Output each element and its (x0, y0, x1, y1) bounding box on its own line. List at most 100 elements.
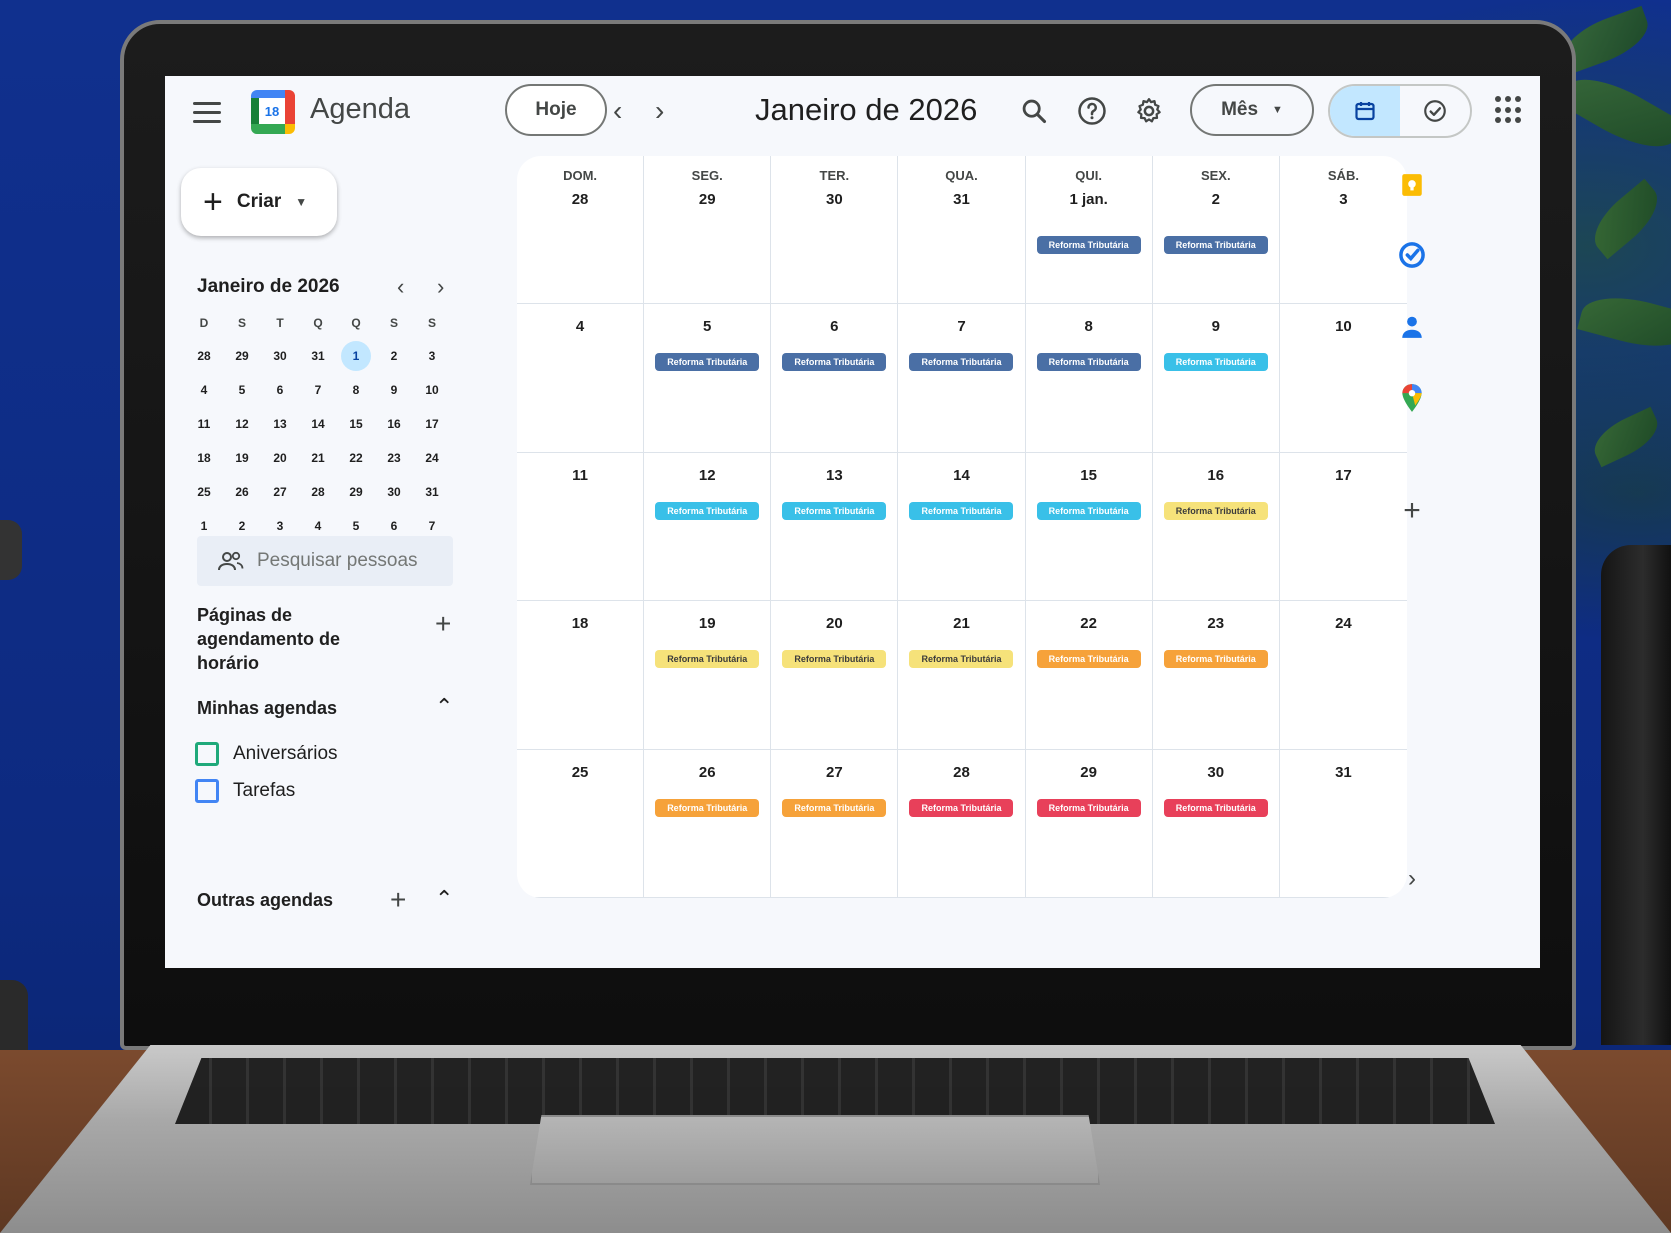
day-number[interactable]: 22 (1026, 615, 1152, 632)
day-number[interactable]: 31 (898, 191, 1024, 208)
day-number[interactable]: 28 (898, 764, 1024, 781)
mini-calendar-day[interactable]: 15 (337, 410, 375, 438)
day-cell[interactable]: 9 Reforma Tributária (1152, 304, 1280, 453)
event-chip[interactable]: Reforma Tributária (1163, 798, 1268, 817)
help-icon[interactable] (1073, 92, 1111, 130)
day-cell[interactable]: SEX. 2 Reforma Tributária (1152, 156, 1280, 305)
day-number[interactable]: 29 (644, 191, 770, 208)
mini-calendar-day[interactable]: 5 (223, 376, 261, 404)
event-chip[interactable]: Reforma Tributária (655, 650, 760, 669)
event-chip[interactable]: Reforma Tributária (909, 501, 1014, 520)
day-number[interactable]: 16 (1153, 467, 1279, 484)
maps-icon[interactable] (1397, 383, 1427, 413)
calendar-item-birthdays[interactable]: Aniversários (195, 742, 338, 766)
day-cell[interactable]: 15 Reforma Tributária (1025, 452, 1153, 602)
main-menu-icon[interactable] (193, 102, 221, 124)
day-cell[interactable]: SÁB. 3 (1279, 156, 1407, 305)
mini-calendar-day[interactable]: 26 (223, 478, 261, 506)
day-cell[interactable]: QUA. 31 (898, 156, 1026, 305)
create-button[interactable]: + Criar ▼ (181, 168, 337, 236)
day-number[interactable]: 6 (771, 318, 897, 335)
day-number[interactable]: 21 (898, 615, 1024, 632)
event-chip[interactable]: Reforma Tributária (1036, 353, 1141, 372)
mini-calendar-day[interactable]: 12 (223, 410, 261, 438)
event-chip[interactable]: Reforma Tributária (1163, 353, 1268, 372)
chevron-up-icon[interactable]: ⌃ (435, 694, 453, 720)
day-number[interactable]: 11 (517, 467, 643, 484)
day-number[interactable]: 28 (517, 191, 643, 208)
day-cell[interactable]: 29 Reforma Tributária (1025, 749, 1153, 898)
mini-calendar-day[interactable]: 22 (337, 444, 375, 472)
day-cell[interactable]: 11 (517, 452, 645, 602)
day-cell[interactable]: 12 Reforma Tributária (644, 452, 772, 602)
day-number[interactable]: 15 (1026, 467, 1152, 484)
day-number[interactable]: 23 (1153, 615, 1279, 632)
day-number[interactable]: 7 (898, 318, 1024, 335)
day-number[interactable]: 9 (1153, 318, 1279, 335)
event-chip[interactable]: Reforma Tributária (782, 798, 887, 817)
google-apps-icon[interactable] (1495, 96, 1523, 124)
day-number[interactable]: 20 (771, 615, 897, 632)
today-button[interactable]: Hoje (505, 84, 607, 136)
mini-calendar-prev-button[interactable]: ‹ (397, 274, 404, 300)
day-number[interactable]: 14 (898, 467, 1024, 484)
day-cell[interactable]: 31 (1279, 750, 1407, 898)
day-cell[interactable]: SEG. 29 (644, 156, 772, 305)
mini-calendar-day[interactable]: 20 (261, 444, 299, 472)
day-cell[interactable]: DOM. 28 (517, 156, 645, 305)
day-cell[interactable]: 14 Reforma Tributária (898, 452, 1026, 602)
mini-calendar-day[interactable]: 25 (185, 478, 223, 506)
day-cell[interactable]: 4 (517, 304, 645, 453)
mini-calendar-day[interactable]: 29 (337, 478, 375, 506)
mini-calendar-day[interactable]: 31 (299, 342, 337, 370)
day-number[interactable]: 1 jan. (1026, 191, 1152, 208)
day-number[interactable]: 24 (1280, 615, 1407, 632)
calendar-item-tasks[interactable]: Tarefas (195, 779, 295, 803)
day-number[interactable]: 4 (517, 318, 643, 335)
event-chip[interactable]: Reforma Tributária (782, 650, 887, 669)
event-chip[interactable]: Reforma Tributária (1036, 501, 1141, 520)
event-chip[interactable]: Reforma Tributária (655, 353, 760, 372)
mini-calendar-day[interactable]: 23 (375, 444, 413, 472)
mini-calendar-day[interactable]: 31 (413, 478, 451, 506)
event-chip[interactable]: Reforma Tributária (782, 353, 887, 372)
day-cell[interactable]: 16 Reforma Tributária (1152, 452, 1280, 602)
mini-calendar-day[interactable]: 19 (223, 444, 261, 472)
day-number[interactable]: 2 (1153, 191, 1279, 208)
day-cell[interactable]: 5 Reforma Tributária (644, 304, 772, 453)
day-number[interactable]: 12 (644, 467, 770, 484)
calendar-view-toggle[interactable] (1330, 86, 1400, 136)
day-number[interactable]: 30 (1153, 764, 1279, 781)
mini-calendar-day[interactable]: 11 (185, 410, 223, 438)
day-number[interactable]: 17 (1280, 467, 1407, 484)
day-number[interactable]: 19 (644, 615, 770, 632)
event-chip[interactable]: Reforma Tributária (1036, 236, 1141, 254)
mini-calendar-day[interactable]: 13 (261, 410, 299, 438)
day-number[interactable]: 26 (644, 764, 770, 781)
mini-calendar-day[interactable]: 3 (413, 342, 451, 370)
day-number[interactable]: 27 (771, 764, 897, 781)
event-chip[interactable]: Reforma Tributária (1163, 236, 1268, 254)
day-cell[interactable]: 26 Reforma Tributária (644, 749, 772, 898)
day-cell[interactable]: 30 Reforma Tributária (1152, 749, 1280, 898)
day-number[interactable]: 5 (644, 318, 770, 335)
day-cell[interactable]: 24 (1279, 601, 1407, 750)
day-cell[interactable]: 6 Reforma Tributária (771, 304, 899, 453)
mini-calendar-day[interactable]: 18 (185, 444, 223, 472)
day-number[interactable]: 18 (517, 615, 643, 632)
event-chip[interactable]: Reforma Tributária (909, 353, 1014, 372)
event-chip[interactable]: Reforma Tributária (655, 501, 760, 520)
tasks-view-toggle[interactable] (1400, 86, 1470, 136)
day-number[interactable]: 30 (771, 191, 897, 208)
search-people-input[interactable]: Pesquisar pessoas (197, 536, 453, 586)
event-chip[interactable]: Reforma Tributária (1036, 650, 1141, 669)
mini-calendar-day[interactable]: 27 (261, 478, 299, 506)
checkbox-tasks[interactable] (195, 779, 219, 803)
event-chip[interactable]: Reforma Tributária (1036, 798, 1141, 817)
day-number[interactable]: 29 (1026, 764, 1152, 781)
checkbox-birthdays[interactable] (195, 742, 219, 766)
mini-calendar-day[interactable]: 24 (413, 444, 451, 472)
mini-calendar-day[interactable]: 4 (185, 376, 223, 404)
keep-icon[interactable] (1397, 170, 1427, 200)
mini-calendar-day[interactable]: 17 (413, 410, 451, 438)
